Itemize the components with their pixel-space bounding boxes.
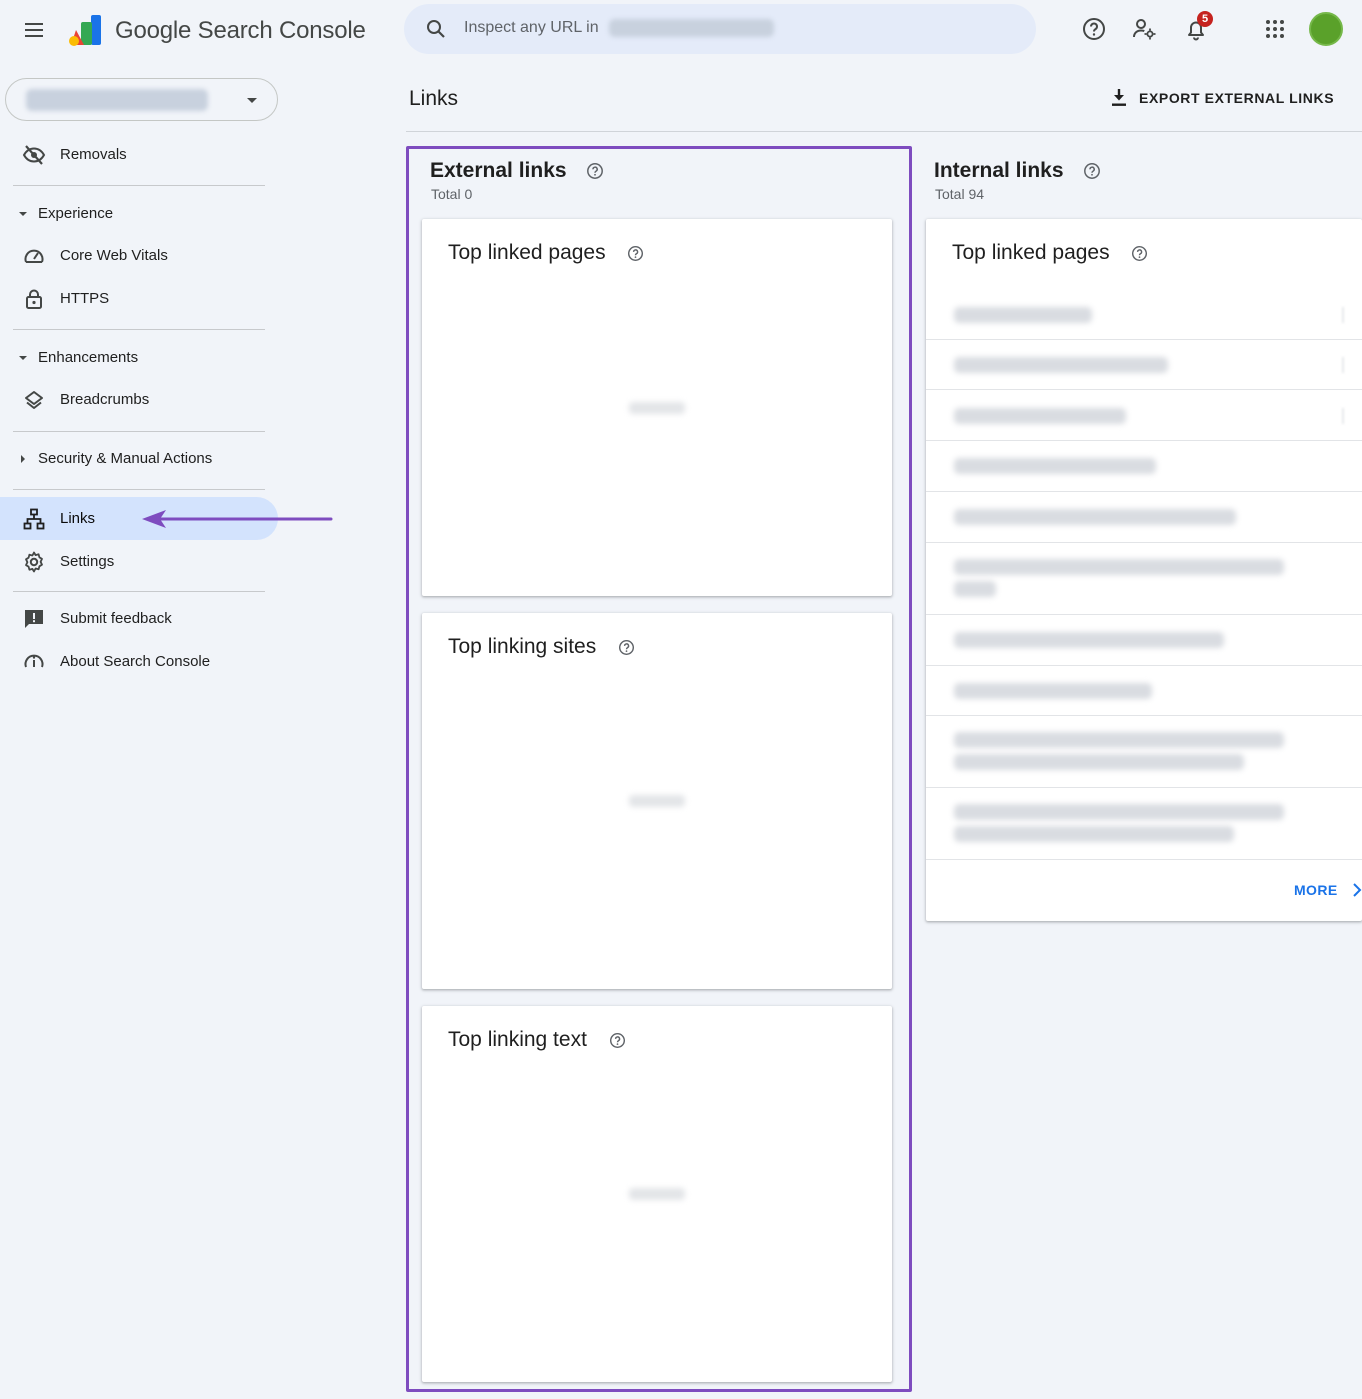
internal-top-linked-pages-card: Top linked pages MORE [926, 219, 1362, 921]
sidebar-item-label: About Search Console [60, 653, 210, 670]
blurred-url [954, 683, 1152, 699]
layers-icon [22, 388, 46, 412]
info-icon [22, 650, 46, 674]
blurred-url [954, 509, 1236, 525]
sidebar-section-security[interactable]: Security & Manual Actions [0, 442, 278, 476]
chevron-right-icon [1348, 881, 1362, 899]
sidebar-section-experience[interactable]: Experience [0, 197, 278, 231]
internal-links-total: Total 94 [935, 186, 984, 202]
sidebar-section-label: Enhancements [38, 349, 138, 366]
sidebar-item-about[interactable]: About Search Console [0, 640, 278, 683]
blurred-url [954, 357, 1168, 373]
sidebar-item-label: Submit feedback [60, 610, 172, 627]
blurred-url [954, 581, 996, 597]
app-title: Google Search Console [115, 17, 366, 45]
blurred-count [1342, 307, 1344, 323]
sidebar-item-label: Removals [60, 146, 127, 163]
sidebar-section-label: Security & Manual Actions [38, 450, 212, 467]
expand-down-icon [16, 351, 30, 365]
sidebar-item-settings[interactable]: Settings [0, 540, 278, 583]
property-name-placeholder [26, 89, 208, 111]
page-title: Links [409, 87, 458, 111]
gear-icon [22, 550, 46, 574]
dropdown-caret-icon [243, 91, 261, 109]
annotation-arrow-icon [140, 508, 334, 530]
eye-off-icon [22, 143, 46, 167]
expand-down-icon [16, 207, 30, 221]
blurred-url [954, 458, 1156, 474]
sidebar-item-https[interactable]: HTTPS [0, 277, 278, 320]
blurred-url [954, 732, 1284, 748]
table-row[interactable] [926, 615, 1362, 666]
help-icon[interactable] [1081, 16, 1107, 42]
sidebar-section-label: Experience [38, 205, 113, 222]
lock-icon [22, 287, 46, 311]
help-icon[interactable] [1083, 162, 1101, 180]
search-console-logo-icon [66, 12, 106, 48]
header-divider [406, 131, 1362, 132]
blurred-url [954, 754, 1244, 770]
more-label: MORE [1294, 882, 1338, 898]
sidebar-item-label: Core Web Vitals [60, 247, 168, 264]
internal-links-title: Internal links [934, 159, 1101, 183]
sidebar-section-enhancements[interactable]: Enhancements [0, 341, 278, 375]
export-external-links-button[interactable]: EXPORT EXTERNAL LINKS [1104, 84, 1334, 112]
sidebar-divider [13, 431, 265, 432]
blurred-count [1342, 408, 1344, 424]
search-placeholder: Inspect any URL in [464, 19, 599, 36]
sidebar-divider [13, 185, 265, 186]
table-row[interactable] [926, 543, 1362, 615]
table-row[interactable] [926, 390, 1362, 441]
sidebar-item-label: Links [60, 510, 95, 527]
table-row[interactable] [926, 492, 1362, 543]
card-title: Top linked pages [952, 241, 1148, 265]
sidebar-item-label: Settings [60, 553, 114, 570]
sidebar-item-removals[interactable]: Removals [0, 133, 278, 176]
internal-links-title-text: Internal links [934, 159, 1064, 183]
help-icon[interactable] [1131, 245, 1148, 262]
apps-grid-icon[interactable] [1262, 16, 1288, 42]
sitemap-icon [22, 507, 46, 531]
annotation-highlight-box [406, 146, 912, 1392]
feedback-icon [22, 607, 46, 631]
property-url-placeholder [609, 19, 774, 37]
blurred-url [954, 559, 1284, 575]
blurred-url [954, 632, 1224, 648]
blurred-count [1342, 357, 1344, 373]
manage-users-icon[interactable] [1131, 16, 1157, 42]
search-input[interactable]: Inspect any URL in [464, 19, 1009, 41]
blurred-url [954, 408, 1126, 424]
sidebar-divider [13, 489, 265, 490]
table-row[interactable] [926, 666, 1362, 716]
sidebar-divider [13, 329, 265, 330]
sidebar-item-core-web-vitals[interactable]: Core Web Vitals [0, 234, 278, 277]
table-row[interactable] [926, 788, 1362, 860]
url-inspection-search-bar[interactable]: Inspect any URL in [404, 4, 1036, 54]
card-footer: MORE [926, 860, 1362, 921]
table-row[interactable] [926, 340, 1362, 390]
sidebar-item-submit-feedback[interactable]: Submit feedback [0, 597, 278, 640]
sidebar-divider [13, 591, 265, 592]
export-label: EXPORT EXTERNAL LINKS [1139, 90, 1334, 106]
search-icon[interactable] [424, 17, 448, 41]
account-avatar[interactable] [1309, 12, 1343, 46]
gauge-icon [22, 244, 46, 268]
sidebar-item-breadcrumbs[interactable]: Breadcrumbs [0, 378, 278, 421]
more-button[interactable]: MORE [1288, 878, 1362, 902]
hamburger-menu-icon[interactable] [22, 18, 46, 42]
card-title-text: Top linked pages [952, 241, 1110, 265]
expand-right-icon [16, 452, 30, 466]
blurred-url [954, 804, 1284, 820]
download-icon [1108, 86, 1130, 108]
sidebar-item-label: Breadcrumbs [60, 391, 149, 408]
table-row[interactable] [926, 716, 1362, 788]
blurred-url [954, 307, 1092, 323]
table-row[interactable] [926, 289, 1362, 340]
notification-count-badge: 5 [1197, 11, 1213, 27]
blurred-url [954, 826, 1234, 842]
sidebar-item-label: HTTPS [60, 290, 109, 307]
property-selector[interactable] [5, 78, 278, 121]
table-row[interactable] [926, 441, 1362, 492]
